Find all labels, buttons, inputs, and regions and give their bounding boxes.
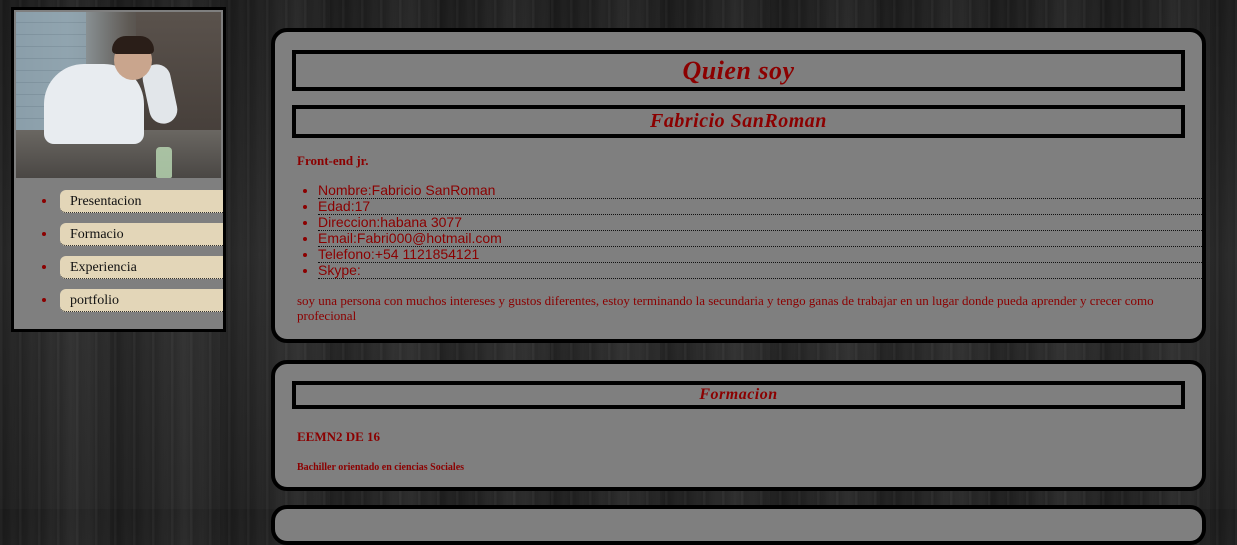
about-description: soy una persona con muchos intereses y g… <box>297 293 1154 323</box>
degree-text: Bachiller orientado en ciencias Sociales <box>297 462 465 473</box>
formacion-panel: Formacion EEMN2 DE 16 Bachiller orientad… <box>271 360 1206 491</box>
full-name-heading: Fabricio SanRoman <box>292 105 1185 138</box>
nav-formacio-link[interactable]: Formacio <box>60 223 223 246</box>
sidebar: Presentacion Formacio Experiencia portfo… <box>11 7 226 332</box>
sidebar-menu: Presentacion Formacio Experiencia portfo… <box>14 190 223 312</box>
detail-edad: Edad:17 <box>318 199 1202 215</box>
nav-experiencia-link[interactable]: Experiencia <box>60 256 223 279</box>
photo-person-hair <box>112 36 154 54</box>
role-subtitle: Front-end jr. <box>297 153 369 168</box>
nav-portfolio-link[interactable]: portfolio <box>60 289 223 312</box>
about-title: Quien soy <box>292 50 1185 91</box>
school-name: EEMN2 DE 16 <box>297 429 381 444</box>
personal-details-list: Nombre:Fabricio SanRoman Edad:17 Direcci… <box>275 183 1202 279</box>
sidebar-item-portfolio: portfolio <box>57 289 223 312</box>
nav-presentacion-link[interactable]: Presentacion <box>60 190 223 213</box>
detail-skype: Skype: <box>318 263 1202 279</box>
detail-direccion: Direccion:habana 3077 <box>318 215 1202 231</box>
next-panel <box>271 505 1206 545</box>
formacion-title: Formacion <box>292 381 1185 409</box>
detail-email: Email:Fabri000@hotmail.com <box>318 231 1202 247</box>
sidebar-item-formacio: Formacio <box>57 223 223 246</box>
sidebar-item-presentacion: Presentacion <box>57 190 223 213</box>
detail-nombre: Nombre:Fabricio SanRoman <box>318 183 1202 199</box>
about-panel: Quien soy Fabricio SanRoman Front-end jr… <box>271 28 1206 343</box>
sidebar-item-experiencia: Experiencia <box>57 256 223 279</box>
photo-bottle <box>156 147 172 178</box>
profile-photo <box>16 12 221 178</box>
detail-telefono: Telefono:+54 1121854121 <box>318 247 1202 263</box>
